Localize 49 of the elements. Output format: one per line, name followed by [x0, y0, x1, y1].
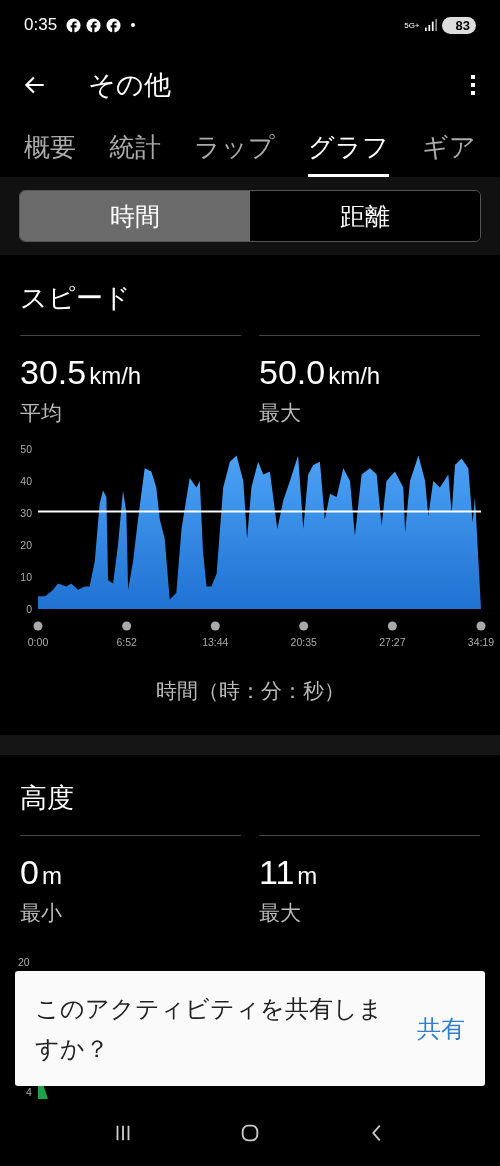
- tab[interactable]: 概要: [24, 120, 76, 177]
- f-logo-icon: [106, 17, 122, 33]
- x-tick-label: 0:00: [27, 636, 49, 648]
- section-title: スピード: [20, 282, 132, 315]
- x-tick-dot-icon: [122, 621, 132, 631]
- stat-label: 最大: [259, 900, 302, 926]
- tab[interactable]: 統計: [109, 120, 161, 177]
- stat-value: 50.0 km/h: [259, 352, 382, 393]
- screen-title: その他: [88, 69, 171, 102]
- segment-button[interactable]: 時間: [20, 191, 250, 241]
- y-tick-label: 40: [20, 475, 32, 487]
- x-tick-dot-icon: [476, 621, 486, 631]
- y-tick-label: 0: [26, 603, 32, 615]
- stat-value: 0 m: [20, 852, 63, 893]
- section-title: 高度: [20, 782, 75, 815]
- share-button[interactable]: 共有: [417, 1012, 465, 1045]
- y-tick-label: 50: [20, 443, 32, 455]
- axis-title: 時間（時：分：秒）: [154, 678, 346, 704]
- signal-icon: [424, 19, 437, 31]
- more-options-icon[interactable]: [470, 73, 476, 97]
- notification-dot-icon: [130, 22, 137, 28]
- battery-indicator: 83: [441, 16, 476, 34]
- x-tick-dot-icon: [387, 621, 397, 631]
- stat-label: 最小: [20, 900, 63, 926]
- x-tick-dot-icon: [210, 621, 220, 631]
- x-tick-label: 20:35: [290, 636, 317, 648]
- y-tick-label: 4: [26, 1086, 32, 1098]
- x-tick-dot-icon: [33, 621, 43, 631]
- x-tick-label: 6:52: [116, 636, 137, 648]
- y-tick-label: 30: [20, 507, 32, 519]
- tab[interactable]: ラップ: [194, 120, 275, 177]
- x-tick-label: 27:27: [379, 636, 406, 648]
- y-tick-label: 10: [20, 571, 32, 583]
- x-tick-dot-icon: [299, 621, 309, 631]
- y-tick-label: 20: [20, 539, 32, 551]
- home-icon[interactable]: [239, 1122, 261, 1144]
- stat-label: 最大: [259, 400, 302, 426]
- stat-value: 11 m: [259, 852, 319, 893]
- f-logo-icon: [86, 17, 102, 33]
- snackbar-message: このアクティビティを共有しますか？: [35, 993, 384, 1064]
- f-logo-icon: [66, 17, 82, 33]
- stat-value: 30.5 km/h: [20, 352, 143, 393]
- x-tick-label: 13:44: [202, 636, 229, 648]
- network-label: 5G+: [404, 20, 420, 30]
- y-tick-label: 20: [18, 956, 30, 968]
- stat-label: 平均: [20, 400, 63, 426]
- tab[interactable]: ギア: [422, 120, 476, 177]
- status-time: 0:35: [24, 15, 58, 35]
- x-tick-label: 34:19: [467, 636, 495, 648]
